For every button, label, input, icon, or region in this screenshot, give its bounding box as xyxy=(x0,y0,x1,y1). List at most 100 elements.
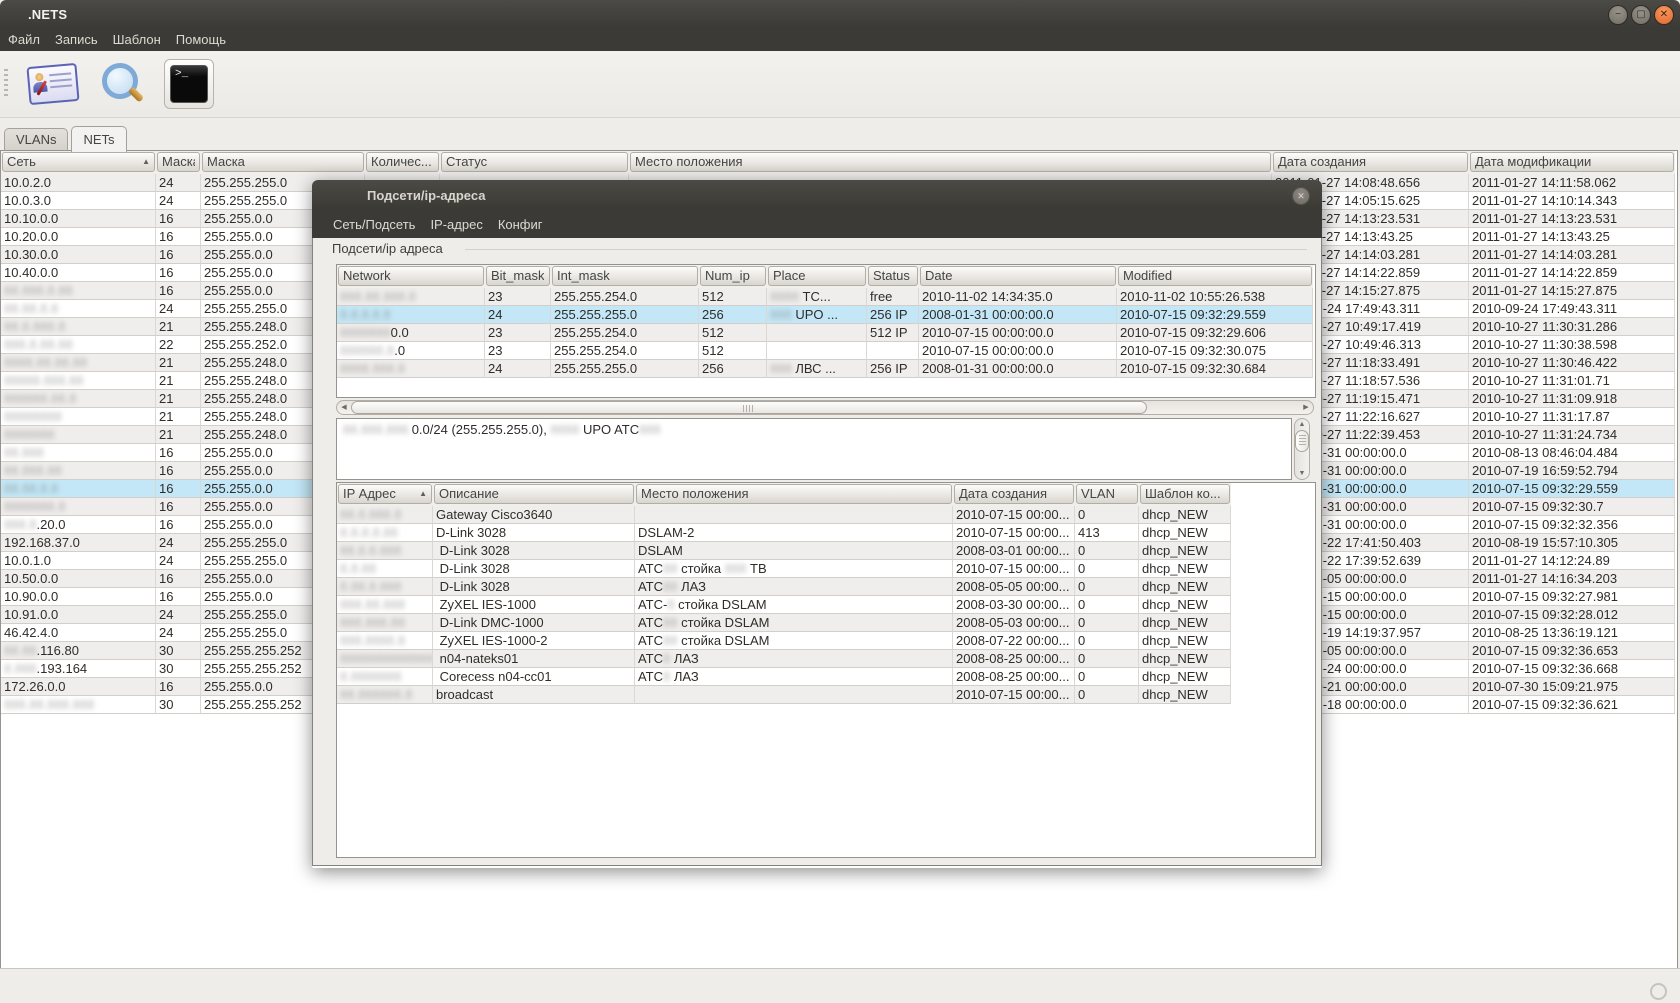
table-cell: 255.255.255.0 xyxy=(551,306,699,324)
table-row[interactable]: 8.8.8.8.824255.255.255.0256888 UPO ...25… xyxy=(337,306,1313,324)
menu-config[interactable]: Конфиг xyxy=(498,217,543,232)
table-row[interactable]: 8.8.8.8.88D-Link 3028DSLAM-22010-07-15 0… xyxy=(337,524,1231,542)
column-header[interactable]: Дата создания xyxy=(1272,151,1469,174)
table-cell: 30 xyxy=(156,642,201,660)
tab-nets[interactable]: NETs xyxy=(71,126,126,152)
table-row[interactable]: 8.88.8.888 D-Link 3028АТС88 ЛАЗ2008-05-0… xyxy=(337,578,1231,596)
table-cell: АТС88 стойка DSLAM xyxy=(635,614,953,632)
column-header[interactable]: Шаблон ко... xyxy=(1139,483,1231,506)
scrollbar-thumb[interactable] xyxy=(1295,430,1309,452)
scrollbar-thumb[interactable] xyxy=(351,401,1147,414)
table-row[interactable]: 888.88.888 ZyXEL IES-1000АТС-8 стойка DS… xyxy=(337,596,1231,614)
scrollbar-grip xyxy=(1299,435,1306,447)
table-cell: 2011-01-27 14:14:22.859 xyxy=(1469,264,1675,282)
column-header[interactable]: Статус xyxy=(440,151,629,174)
redacted-text: 888.8888.8 xyxy=(340,633,405,648)
column-header[interactable]: Дата модификации xyxy=(1469,151,1675,174)
column-header[interactable]: Сеть▲ xyxy=(1,151,156,174)
table-cell: 2010-07-15 09:32:28.012 xyxy=(1469,606,1675,624)
record-editor-icon[interactable] xyxy=(26,63,79,105)
column-header[interactable]: Network xyxy=(337,265,485,288)
search-icon[interactable] xyxy=(100,61,146,107)
column-header[interactable]: Место положения xyxy=(629,151,1272,174)
table-row[interactable]: 88888880.023255.255.254.0512512 IP2010-0… xyxy=(337,324,1313,342)
column-header[interactable]: Modified xyxy=(1117,265,1313,288)
table-row[interactable]: 88.888888.8broadcast2010-07-15 00:00...0… xyxy=(337,686,1231,704)
table-row[interactable]: 88.8.888.8Gateway Cisco36402010-07-15 00… xyxy=(337,506,1231,524)
subnets-dialog: Подсети/ip-адреса ✕ Сеть/Подсеть IP-адре… xyxy=(312,180,1322,868)
table-cell: 16 xyxy=(156,498,201,516)
table-cell: 88888.888.88 xyxy=(1,372,156,390)
table-cell: АТС88 стойка 888 ТВ xyxy=(635,560,953,578)
dialog-close-icon[interactable]: ✕ xyxy=(1292,187,1310,205)
horizontal-scrollbar[interactable]: ◀ ▶ xyxy=(336,400,1314,415)
minimize-button[interactable]: − xyxy=(1608,5,1628,25)
column-header[interactable]: Описание xyxy=(433,483,635,506)
column-header[interactable]: Место положения xyxy=(635,483,953,506)
menu-help[interactable]: Помощь xyxy=(176,32,226,47)
table-cell: dhcp_NEW xyxy=(1139,632,1231,650)
table-cell: 2010-07-30 15:09:21.975 xyxy=(1469,678,1675,696)
table-cell: 24 xyxy=(156,192,201,210)
table-cell: 255.255.254.0 xyxy=(551,288,699,306)
menu-ip-address[interactable]: IP-адрес xyxy=(430,217,482,232)
column-header[interactable]: Place xyxy=(767,265,867,288)
scroll-right-icon[interactable]: ▶ xyxy=(1299,401,1313,414)
redacted-text: 88.88 xyxy=(4,643,37,658)
table-cell: 888.888.88 xyxy=(337,614,433,632)
table-row[interactable]: 8888888888888 n04-nateks01АТС8 ЛАЗ2008-0… xyxy=(337,650,1231,668)
menu-file[interactable]: Файл xyxy=(8,32,40,47)
column-header[interactable]: Int_mask xyxy=(551,265,699,288)
column-header[interactable]: Status xyxy=(867,265,919,288)
table-row[interactable]: 888.888.88 D-Link DMC-1000АТС88 стойка D… xyxy=(337,614,1231,632)
menu-net-subnet[interactable]: Сеть/Подсеть xyxy=(333,217,415,232)
dialog-menu-bar: Сеть/Подсеть IP-адрес Конфиг xyxy=(312,211,1322,238)
window-controls: − ▢ ✕ xyxy=(1608,5,1674,25)
scroll-left-icon[interactable]: ◀ xyxy=(337,401,351,414)
table-cell: 10.50.0.0 xyxy=(1,570,156,588)
table-row[interactable]: 8888.888.824255.255.255.0256888 ЛВС ...2… xyxy=(337,360,1313,378)
column-header[interactable]: VLAN xyxy=(1075,483,1139,506)
column-header[interactable]: Bit_mask xyxy=(485,265,551,288)
table-row[interactable]: 888.88.888.823255.255.254.05128888 ТС...… xyxy=(337,288,1313,306)
redacted-text: 8.88.8.888 xyxy=(340,579,401,594)
table-cell: 888.88.888.8 xyxy=(337,288,485,306)
table-cell: 2008-08-25 00:00... xyxy=(953,668,1075,686)
maximize-button[interactable]: ▢ xyxy=(1631,5,1651,25)
vertical-scrollbar[interactable]: ▲ ▼ xyxy=(1294,418,1310,480)
table-cell: 0 xyxy=(1075,686,1139,704)
menu-template[interactable]: Шаблон xyxy=(113,32,161,47)
table-row[interactable]: 8.8.88 D-Link 3028АТС88 стойка 888 ТВ201… xyxy=(337,560,1231,578)
tab-vlans[interactable]: VLANs xyxy=(4,128,68,151)
table-row[interactable]: 8.8888888 Corecess n04-cc01АТС8 ЛАЗ2008-… xyxy=(337,668,1231,686)
terminal-button[interactable]: >_ xyxy=(164,59,214,109)
table-row[interactable]: 888888.8.023255.255.254.05122010-07-15 0… xyxy=(337,342,1313,360)
scroll-up-icon[interactable]: ▲ xyxy=(1295,419,1309,430)
column-header[interactable]: Маска xyxy=(156,151,201,174)
column-header[interactable]: Date xyxy=(919,265,1117,288)
table-cell: 888 UPO ... xyxy=(767,306,867,324)
redacted-text: 88888.888.88 xyxy=(4,373,84,388)
table-row[interactable]: 88.8.8.888 D-Link 3028DSLAM2008-03-01 00… xyxy=(337,542,1231,560)
table-cell: 21 xyxy=(156,426,201,444)
table-cell: 16 xyxy=(156,210,201,228)
scroll-down-icon[interactable]: ▼ xyxy=(1295,468,1309,479)
table-cell xyxy=(635,506,953,524)
column-header[interactable]: Маска xyxy=(201,151,365,174)
column-header[interactable]: Количес... xyxy=(365,151,440,174)
person-icon xyxy=(35,73,44,82)
menu-record[interactable]: Запись xyxy=(55,32,98,47)
close-button[interactable]: ✕ xyxy=(1654,5,1674,25)
column-header[interactable]: Дата создания xyxy=(953,483,1075,506)
table-cell: 24 xyxy=(156,300,201,318)
table-row[interactable]: 888.8888.8 ZyXEL IES-1000-2АТС88 стойка … xyxy=(337,632,1231,650)
toolbar-grip[interactable] xyxy=(4,69,8,99)
column-header[interactable]: Num_ip xyxy=(699,265,767,288)
subnet-description-box[interactable]: 88.888.888.0.0/24 (255.255.255.0), 8888 … xyxy=(336,418,1292,480)
column-header[interactable]: IP Адрес▲ xyxy=(337,483,433,506)
dialog-title-bar[interactable]: Подсети/ip-адреса ✕ xyxy=(312,180,1322,211)
table-cell: 8.888.193.164 xyxy=(1,660,156,678)
table-cell: 0 xyxy=(1075,632,1139,650)
table-cell: АТС8 ЛАЗ xyxy=(635,668,953,686)
redacted-text: 88 xyxy=(663,633,677,648)
